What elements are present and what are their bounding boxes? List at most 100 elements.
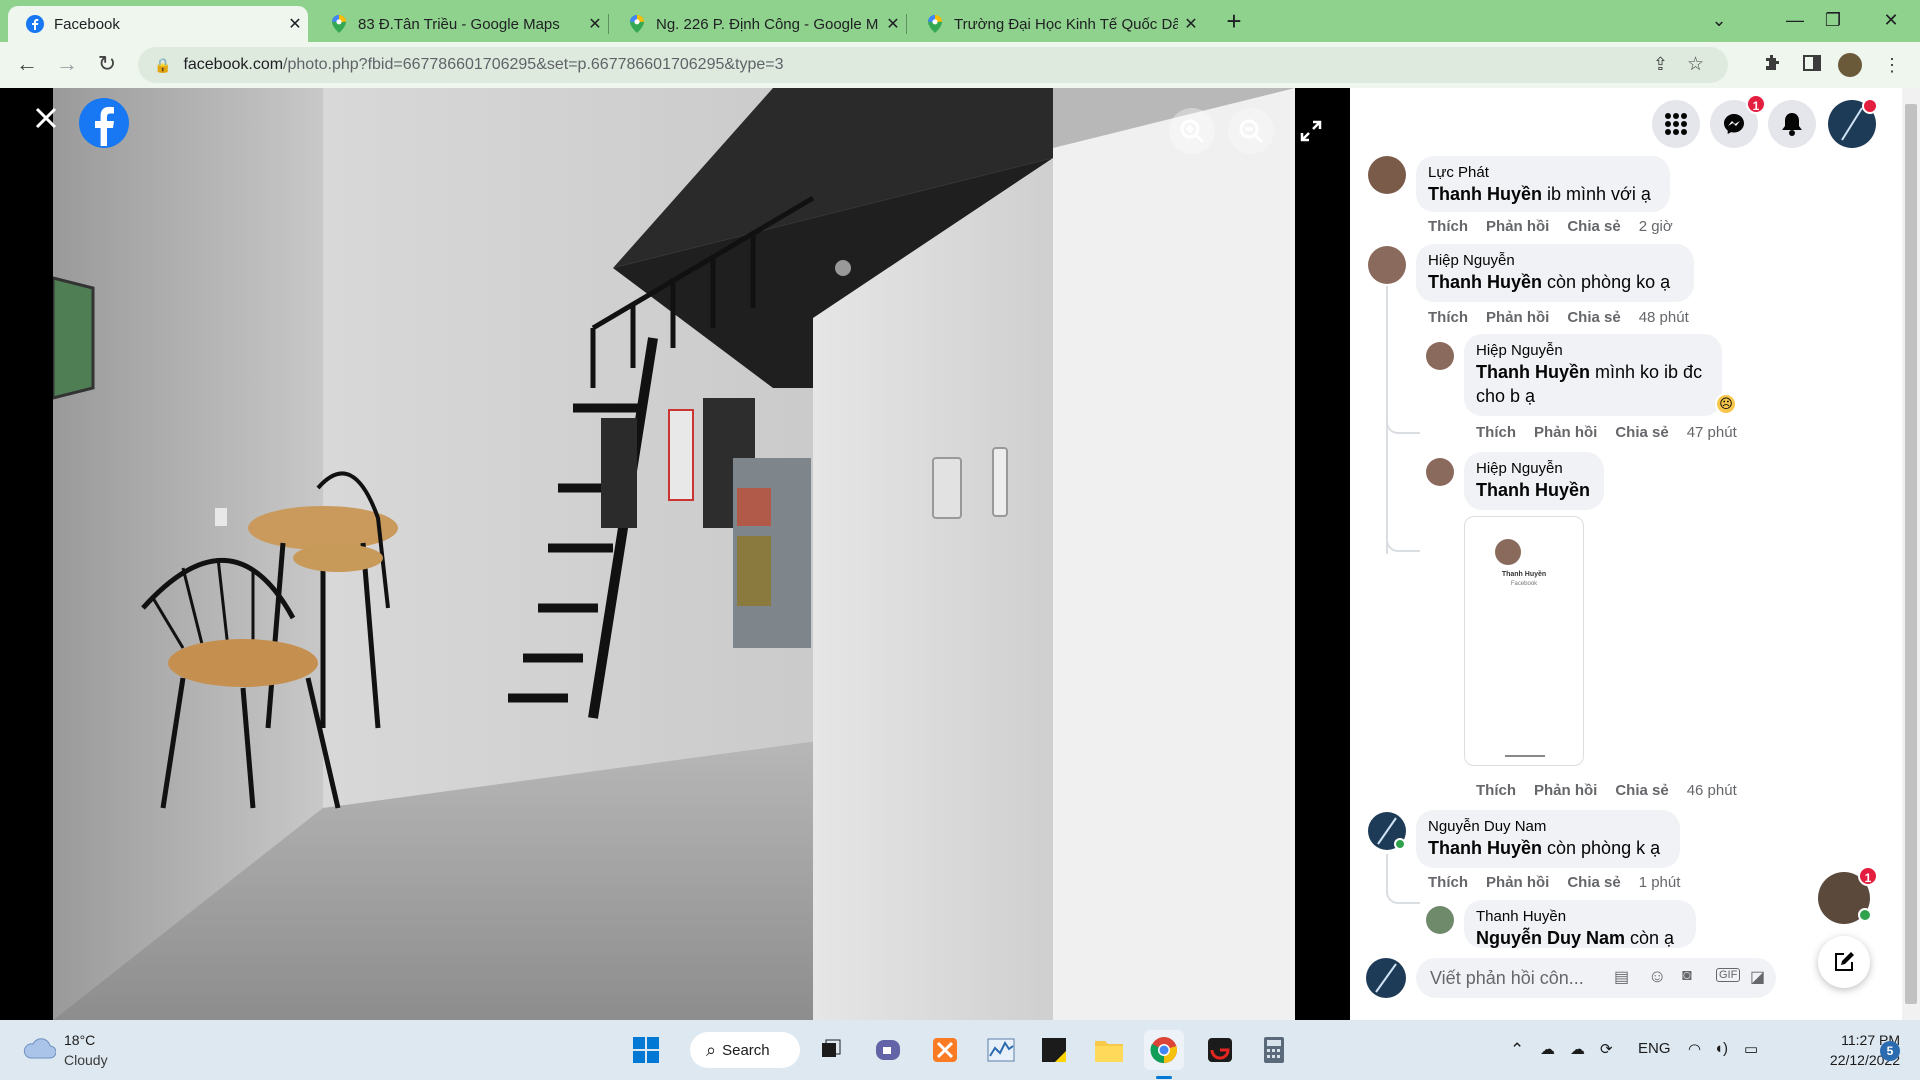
share-button[interactable]: Chia sẻ xyxy=(1567,874,1620,891)
gif-icon[interactable]: GIF xyxy=(1716,968,1741,982)
sticker-face-icon[interactable]: ◪ xyxy=(1750,967,1765,987)
show-hidden-icons-icon[interactable]: ⌃ xyxy=(1510,1040,1524,1060)
sync-icon[interactable]: ⟳ xyxy=(1600,1040,1613,1058)
taskbar-search[interactable]: ⌕ Search xyxy=(690,1032,800,1068)
notification-count[interactable]: 5 xyxy=(1880,1041,1900,1061)
forward-icon[interactable]: → xyxy=(52,50,82,80)
tab-search-icon[interactable]: ⌄ xyxy=(1694,0,1744,42)
side-panel-icon[interactable] xyxy=(1800,53,1824,77)
volume-icon[interactable]: ◖) xyxy=(1714,1040,1728,1057)
comment-author[interactable]: Hiệp Nguyễn xyxy=(1476,460,1592,478)
menu-grid-icon[interactable] xyxy=(1652,100,1700,148)
comment-author[interactable]: Hiệp Nguyễn xyxy=(1428,252,1682,270)
like-button[interactable]: Thích xyxy=(1428,874,1468,891)
sticky-notes-icon[interactable] xyxy=(1034,1030,1074,1070)
share-icon[interactable]: ⇪ xyxy=(1653,54,1668,75)
comment-author[interactable]: Nguyễn Duy Nam xyxy=(1428,818,1668,836)
comment-time[interactable]: 46 phút xyxy=(1687,782,1737,799)
sad-reaction-icon[interactable]: ☹ xyxy=(1715,393,1737,415)
teams-chat-icon[interactable] xyxy=(868,1030,908,1070)
restore-icon[interactable]: ❐ xyxy=(1808,0,1858,42)
camera-icon[interactable]: ◙ xyxy=(1682,967,1692,985)
onedrive-error-icon[interactable]: ☁ xyxy=(1540,1040,1555,1058)
window-close-icon[interactable]: ✕ xyxy=(1866,0,1916,42)
windows-start-icon[interactable] xyxy=(626,1030,666,1070)
language-indicator[interactable]: ENG xyxy=(1638,1040,1671,1057)
close-tab-icon[interactable]: ✕ xyxy=(880,14,906,34)
share-button[interactable]: Chia sẻ xyxy=(1615,424,1668,441)
tab-google-maps-3[interactable]: Trường Đại Học Kinh Tế Quốc Dâ ✕ xyxy=(908,6,1204,42)
back-icon[interactable]: ← xyxy=(12,50,42,80)
tab-google-maps-1[interactable]: 83 Đ.Tân Triều - Google Maps ✕ xyxy=(312,6,608,42)
comment-mention[interactable]: Thanh Huyền xyxy=(1476,480,1590,500)
emoji-icon[interactable]: ☺ xyxy=(1648,966,1666,987)
reload-icon[interactable]: ↻ xyxy=(92,50,122,80)
comment-time[interactable]: 48 phút xyxy=(1639,309,1689,326)
reply-button[interactable]: Phản hồi xyxy=(1486,309,1549,326)
messenger-icon[interactable]: 1 xyxy=(1710,94,1766,148)
reply-button[interactable]: Phản hồi xyxy=(1486,218,1549,235)
avatar[interactable] xyxy=(1426,906,1454,934)
weather-desc[interactable]: Cloudy xyxy=(64,1052,108,1068)
like-button[interactable]: Thích xyxy=(1476,424,1516,441)
tab-facebook[interactable]: Facebook ✕ xyxy=(8,6,308,42)
close-tab-icon[interactable]: ✕ xyxy=(1178,14,1204,34)
new-message-button[interactable] xyxy=(1818,936,1870,988)
wifi-icon[interactable]: ◠ xyxy=(1688,1040,1701,1058)
comment-author[interactable]: Lực Phát xyxy=(1428,164,1658,182)
task-view-icon[interactable] xyxy=(811,1030,851,1070)
performance-monitor-icon[interactable] xyxy=(981,1030,1021,1070)
close-icon[interactable] xyxy=(26,98,66,138)
comment-mention[interactable]: Thanh Huyền xyxy=(1428,272,1542,292)
zoom-in-icon[interactable] xyxy=(1169,108,1215,154)
comment-time[interactable]: 1 phút xyxy=(1639,874,1681,891)
avatar[interactable] xyxy=(1426,458,1454,486)
reply-button[interactable]: Phản hồi xyxy=(1486,874,1549,891)
like-button[interactable]: Thích xyxy=(1428,309,1468,326)
comment-mention[interactable]: Thanh Huyền xyxy=(1476,362,1590,382)
room-photo[interactable] xyxy=(53,88,1295,1020)
comment-author[interactable]: Thanh Huyền xyxy=(1476,908,1684,926)
share-button[interactable]: Chia sẻ xyxy=(1567,218,1620,235)
cloud-icon[interactable]: ☁ xyxy=(1570,1040,1585,1058)
address-bar[interactable]: 🔒 facebook.com/photo.php?fbid=6677866017… xyxy=(138,47,1728,83)
comment-author[interactable]: Hiệp Nguyễn xyxy=(1476,342,1710,360)
notifications-bell-icon[interactable] xyxy=(1768,100,1816,148)
comment-mention[interactable]: Thanh Huyền xyxy=(1428,184,1542,204)
garena-icon[interactable] xyxy=(1200,1030,1240,1070)
share-button[interactable]: Chia sẻ xyxy=(1615,782,1668,799)
sticker-icon[interactable]: ▤ xyxy=(1614,967,1629,987)
comment-mention[interactable]: Thanh Huyền xyxy=(1428,838,1542,858)
comment-mention[interactable]: Nguyễn Duy Nam xyxy=(1476,928,1625,948)
avatar[interactable] xyxy=(1368,156,1406,194)
profile-avatar[interactable] xyxy=(1838,53,1862,77)
file-explorer-icon[interactable] xyxy=(1089,1030,1129,1070)
tab-google-maps-2[interactable]: Ng. 226 P. Định Công - Google M ✕ xyxy=(610,6,906,42)
comment-time[interactable]: 2 giờ xyxy=(1639,218,1673,235)
attached-screenshot[interactable]: Thanh Huyền Facebook xyxy=(1464,516,1584,766)
close-tab-icon[interactable]: ✕ xyxy=(582,14,608,34)
new-tab-button[interactable]: + xyxy=(1218,6,1250,38)
avatar[interactable] xyxy=(1426,342,1454,370)
close-tab-icon[interactable]: ✕ xyxy=(282,14,308,34)
weather-temp[interactable]: 18°C xyxy=(64,1032,95,1048)
share-button[interactable]: Chia sẻ xyxy=(1567,309,1620,326)
comment-time[interactable]: 47 phút xyxy=(1687,424,1737,441)
calculator-icon[interactable] xyxy=(1254,1030,1294,1070)
extensions-icon[interactable] xyxy=(1760,53,1784,77)
panel-scrollbar-thumb[interactable] xyxy=(1905,104,1917,1004)
browser-menu-icon[interactable]: ⋮ xyxy=(1880,53,1904,77)
avatar[interactable] xyxy=(1368,246,1406,284)
bookmark-star-icon[interactable]: ☆ xyxy=(1687,53,1704,76)
avatar[interactable] xyxy=(1366,958,1406,998)
like-button[interactable]: Thích xyxy=(1428,218,1468,235)
fullscreen-icon[interactable] xyxy=(1288,108,1334,154)
reply-button[interactable]: Phản hồi xyxy=(1534,782,1597,799)
like-button[interactable]: Thích xyxy=(1476,782,1516,799)
xampp-icon[interactable] xyxy=(925,1030,965,1070)
cloudy-weather-icon[interactable] xyxy=(22,1036,57,1060)
zoom-out-icon[interactable] xyxy=(1228,108,1274,154)
reply-button[interactable]: Phản hồi xyxy=(1534,424,1597,441)
facebook-logo[interactable] xyxy=(79,98,129,148)
chrome-icon[interactable] xyxy=(1144,1030,1184,1070)
